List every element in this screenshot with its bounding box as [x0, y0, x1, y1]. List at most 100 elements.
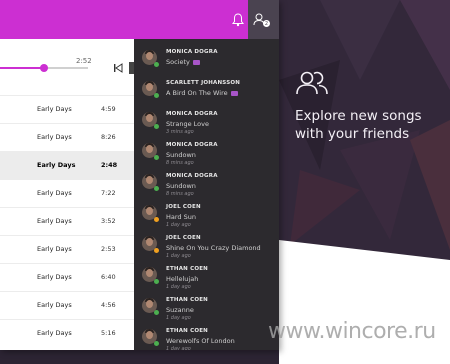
track-album: Early Days: [37, 133, 72, 141]
track-album: Early Days: [37, 301, 72, 309]
track-duration: 4:59: [101, 105, 116, 113]
friend-name: SCARLETT JOHANSSON: [166, 80, 241, 86]
friend-activity-item[interactable]: JOEL COEN Hard Sun 1 day ago: [134, 202, 279, 228]
track-album: Early Days: [37, 217, 72, 225]
friends-icon: 2: [253, 13, 270, 27]
friend-name: MONICA DOGRA: [166, 173, 218, 179]
friend-activity-item[interactable]: MONICA DOGRA Sundown 8 mins ago: [134, 171, 279, 197]
track-duration: 5:16: [101, 329, 116, 337]
track-album: Early Days: [37, 105, 72, 113]
friend-song: Society: [166, 58, 200, 66]
friend-name: ETHAN COEN: [166, 328, 208, 334]
status-dot: [154, 62, 159, 67]
track-duration: 2:48: [101, 161, 118, 169]
friend-song-title: A Bird On The Wire: [166, 89, 228, 97]
friend-activity-time: 1 day ago: [166, 315, 191, 321]
friend-song: Sundown: [166, 151, 196, 159]
friend-activity-time: 1 day ago: [166, 222, 191, 228]
track-duration: 4:56: [101, 301, 116, 309]
friends-icon: [296, 71, 328, 95]
track-duration: 6:40: [101, 273, 116, 281]
status-dot: [154, 341, 159, 346]
friend-song-title: Hellelujah: [166, 275, 199, 283]
friend-song-title: Shine On You Crazy Diamond: [166, 244, 261, 252]
friend-activity-item[interactable]: MONICA DOGRA Sundown 8 mins ago: [134, 140, 279, 166]
progress-knob[interactable]: [40, 64, 48, 72]
friend-activity-time: 3 mins ago: [166, 129, 194, 135]
status-dot: [154, 279, 159, 284]
status-dot: [154, 124, 159, 129]
track-duration: 8:26: [101, 133, 116, 141]
friend-name: MONICA DOGRA: [166, 142, 218, 148]
friend-song: Shine On You Crazy Diamond: [166, 244, 261, 252]
friend-song-title: Sundown: [166, 182, 196, 190]
status-dot: [154, 310, 159, 315]
friends-toggle[interactable]: 2: [248, 0, 279, 39]
track-list: Early Days 4:59 Early Days 8:26 Early Days 2:…: [0, 95, 134, 347]
status-dot: [154, 248, 159, 253]
track-album: Early Days: [37, 245, 72, 253]
friend-name: JOEL COEN: [166, 204, 201, 210]
promo-line-2: with your friends: [295, 126, 410, 142]
status-dot: [154, 155, 159, 160]
track-row[interactable]: Early Days 3:52: [0, 207, 134, 235]
friend-activity-item[interactable]: ETHAN COEN Werewolfs Of London 1 day ago: [134, 326, 279, 350]
promo-text: Explore new songs with your friends: [295, 107, 445, 143]
friend-song: Sundown: [166, 182, 196, 190]
friend-activity-item[interactable]: ETHAN COEN Suzanne 1 day ago: [134, 295, 279, 321]
player-controls: 2:52: [0, 39, 134, 95]
track-album: Early Days: [37, 329, 72, 337]
track-row[interactable]: Early Days 5:16: [0, 319, 134, 347]
status-dot: [154, 186, 159, 191]
previous-track-icon[interactable]: [113, 63, 123, 73]
track-duration: 7:22: [101, 189, 116, 197]
top-bar: 2: [0, 0, 279, 39]
promo-line-1: Explore new songs: [295, 108, 422, 124]
track-row[interactable]: Early Days 6:40: [0, 263, 134, 291]
track-row[interactable]: Early Days 4:56: [0, 291, 134, 319]
friend-activity-item[interactable]: ETHAN COEN Hellelujah 1 day ago: [134, 264, 279, 290]
friend-song-title: Suzanne: [166, 306, 194, 314]
track-row[interactable]: Early Days 7:22: [0, 179, 134, 207]
friend-name: MONICA DOGRA: [166, 111, 218, 117]
friend-activity-time: 8 mins ago: [166, 191, 194, 197]
bell-icon[interactable]: [232, 13, 244, 27]
friend-song-title: Sundown: [166, 151, 196, 159]
track-row[interactable]: Early Days 2:53: [0, 235, 134, 263]
friend-activity-item[interactable]: SCARLETT JOHANSSON A Bird On The Wire: [134, 78, 279, 103]
friend-song-title: Werewolfs Of London: [166, 337, 235, 345]
track-row[interactable]: Early Days 2:48: [0, 151, 134, 179]
friend-song-title: Hard Sun: [166, 213, 196, 221]
track-row[interactable]: Early Days 4:59: [0, 95, 134, 123]
track-album: Early Days: [37, 189, 72, 197]
friend-activity-time: 1 day ago: [166, 253, 191, 259]
track-row[interactable]: Early Days 8:26: [0, 123, 134, 151]
track-duration: 3:52: [101, 217, 116, 225]
watermark: www.wincore.ru: [268, 319, 436, 344]
friend-song: A Bird On The Wire: [166, 89, 238, 97]
friend-song: Hard Sun: [166, 213, 196, 221]
friend-activity-item[interactable]: MONICA DOGRA Society: [134, 47, 279, 72]
friend-name: MONICA DOGRA: [166, 49, 218, 55]
friend-activity-time: 1 day ago: [166, 284, 191, 290]
friend-name: ETHAN COEN: [166, 297, 208, 303]
track-album: Early Days: [37, 273, 72, 281]
friend-activity-time: 1 day ago: [166, 346, 191, 350]
status-dot: [154, 217, 159, 222]
track-album: Early Days: [37, 161, 76, 169]
friend-song: Suzanne: [166, 306, 194, 314]
progress-fill: [0, 67, 44, 69]
friend-name: ETHAN COEN: [166, 266, 208, 272]
friend-activity-item[interactable]: JOEL COEN Shine On You Crazy Diamond 1 day…: [134, 233, 279, 259]
friend-activity-item[interactable]: MONICA DOGRA Strange Love 3 mins ago: [134, 109, 279, 135]
music-app-window: 2 2:52 Early Days 4:59 Early Days 8:26 Early…: [0, 0, 279, 350]
status-dot: [154, 93, 159, 98]
now-playing-icon: [192, 59, 200, 65]
friend-song: Werewolfs Of London: [166, 337, 235, 345]
friend-song-title: Strange Love: [166, 120, 209, 128]
friend-name: JOEL COEN: [166, 235, 201, 241]
friends-activity-panel: MONICA DOGRA Society SCARLETT JOHANSSON A B…: [134, 39, 279, 350]
friend-song: Hellelujah: [166, 275, 198, 283]
friend-activity-time: 8 mins ago: [166, 160, 194, 166]
now-playing-icon: [230, 90, 238, 96]
